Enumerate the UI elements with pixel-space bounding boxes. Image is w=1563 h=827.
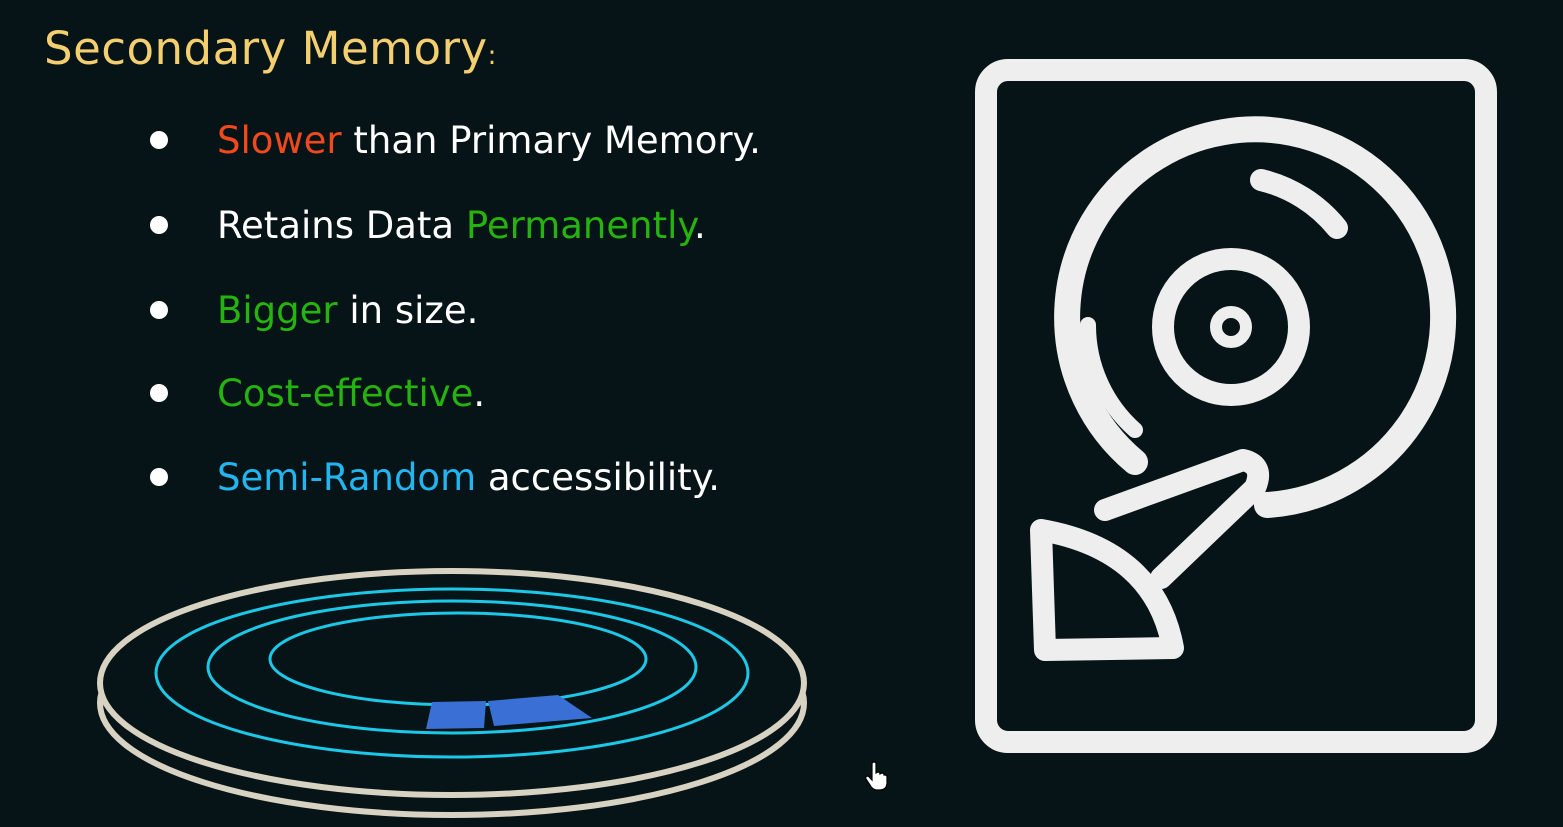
bullet-highlight: Bigger: [217, 288, 338, 332]
bullet-dot: [150, 131, 168, 149]
bullet-post: .: [693, 203, 706, 247]
hdd-actuator-base: [1030, 519, 1184, 661]
bullet-post: accessibility.: [476, 455, 721, 499]
hdd-spindle-center: [1210, 306, 1252, 348]
bullet-dot: [150, 301, 168, 319]
bullet-item-cost-effective: Cost-effective.: [150, 368, 485, 418]
hand-pointer-shape: [865, 761, 888, 791]
bullet-item-semi-random: Semi-Random accessibility.: [150, 452, 720, 502]
bullet-dot: [150, 468, 168, 486]
bullet-text: Retains Data Permanently.: [217, 204, 706, 247]
bullet-text: Bigger in size.: [217, 289, 478, 332]
sector-block-left: [426, 701, 486, 729]
platter-top-edge: [97, 568, 807, 798]
bullet-item-bigger: Bigger in size.: [150, 285, 478, 335]
disk-platter-illustration: [97, 568, 807, 818]
bullet-highlight: Slower: [217, 118, 342, 162]
bullet-dot: [150, 216, 168, 234]
hdd-spindle-ring: [1152, 248, 1310, 406]
bullet-highlight: Permanently: [465, 203, 694, 247]
bullet-highlight: Semi-Random: [217, 455, 477, 499]
bullet-dot: [150, 384, 168, 402]
bullet-post: in size.: [337, 288, 479, 332]
bullet-item-permanently: Retains Data Permanently.: [150, 200, 706, 250]
bullet-post: than Primary Memory.: [341, 118, 761, 162]
bullet-text: Slower than Primary Memory.: [217, 119, 761, 162]
hard-drive-icon: [975, 59, 1497, 753]
hdd-top-arc: [1250, 169, 1348, 239]
hand-pointer-icon: [865, 761, 888, 791]
bullet-text: Semi-Random accessibility.: [217, 456, 720, 499]
bullet-text: Cost-effective.: [217, 372, 485, 415]
bullet-item-slower: Slower than Primary Memory.: [150, 115, 761, 165]
slide: Secondary Memory: Slower than Primary Me…: [0, 0, 1563, 827]
bullet-highlight: Cost-effective: [217, 371, 474, 415]
bullet-post: .: [473, 371, 486, 415]
bullet-list: Slower than Primary Memory. Retains Data…: [0, 0, 900, 520]
bullet-pre: Retains Data: [217, 203, 466, 247]
